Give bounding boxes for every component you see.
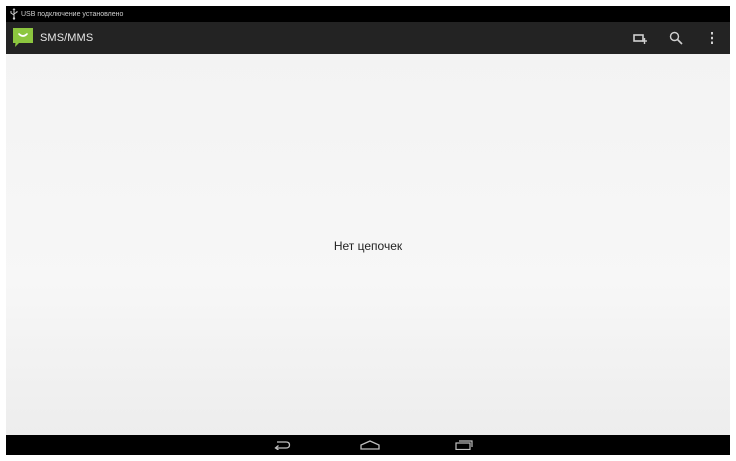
- conversation-list-area: Нет цепочек: [6, 54, 730, 435]
- action-bar: SMS/MMS: [6, 22, 730, 54]
- empty-state-message: Нет цепочек: [333, 239, 403, 253]
- compose-button[interactable]: [622, 22, 658, 54]
- search-icon: [669, 31, 683, 45]
- recent-apps-icon: [455, 440, 473, 450]
- status-notification-text: USB подключение установлено: [21, 10, 124, 18]
- back-icon: [274, 441, 291, 450]
- android-tablet-screen: USB подключение установлено SMS/MMS Нет …: [6, 6, 730, 455]
- back-button[interactable]: [262, 435, 302, 455]
- search-button[interactable]: [658, 22, 694, 54]
- status-bar: USB подключение установлено: [6, 6, 730, 22]
- overflow-menu-icon: [711, 32, 713, 44]
- usb-icon: [10, 8, 18, 20]
- recent-apps-button[interactable]: [444, 435, 484, 455]
- overflow-menu-button[interactable]: [694, 22, 730, 54]
- home-button[interactable]: [350, 435, 390, 455]
- compose-icon: [633, 34, 647, 44]
- sms-app-icon[interactable]: [11, 26, 35, 50]
- action-buttons: [622, 22, 730, 54]
- home-icon: [360, 440, 380, 450]
- navigation-bar: [6, 435, 730, 455]
- app-title: SMS/MMS: [40, 32, 94, 44]
